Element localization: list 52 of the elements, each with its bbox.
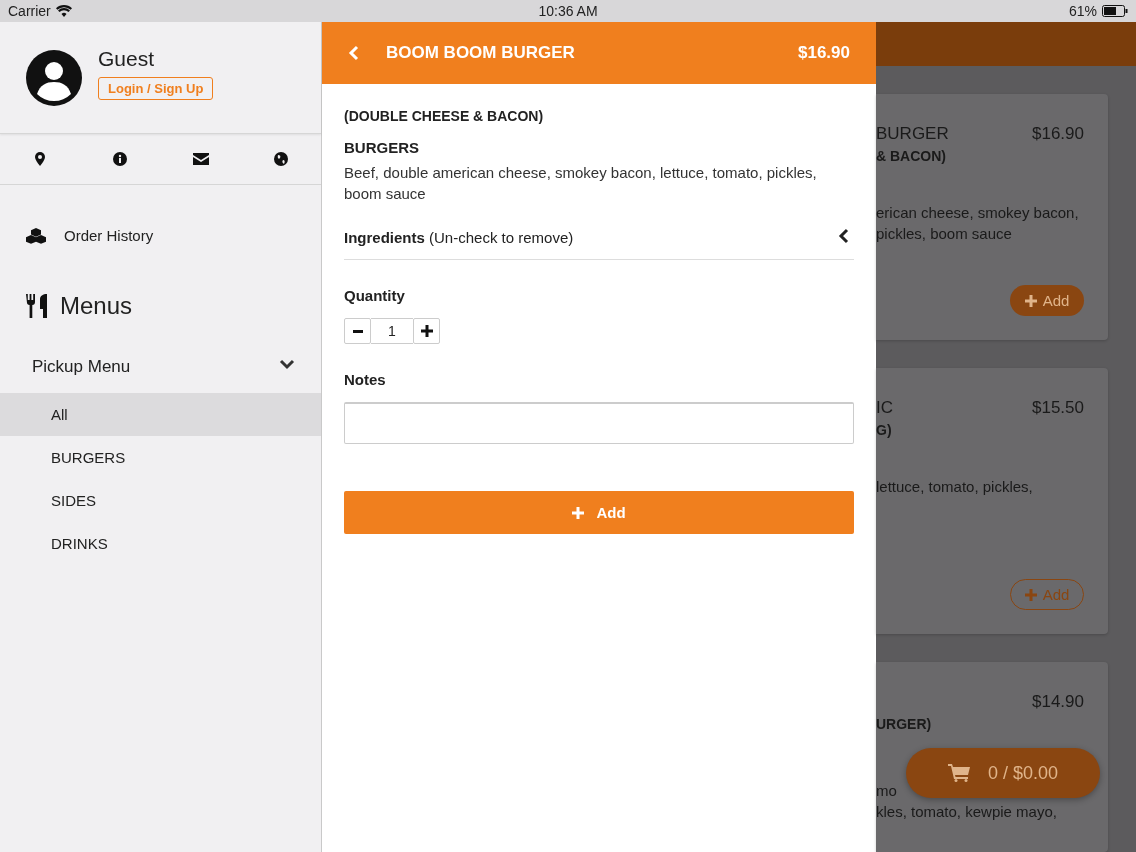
notes-label: Notes (344, 371, 387, 388)
menu-category-item[interactable]: All (0, 393, 321, 436)
quantity-label: Quantity (344, 287, 406, 304)
carrier-label: Carrier (8, 3, 51, 19)
item-description: Beef, double american cheese, smokey bacon, lettuce, tomato, pickles, boom sauce (344, 163, 818, 204)
notes-field[interactable] (344, 402, 854, 444)
battery-percent: 61% (1068, 3, 1097, 19)
card-title: BURGER (876, 124, 949, 144)
card-subtitle: URGER) (876, 716, 933, 732)
increment-button[interactable] (413, 318, 440, 344)
plus-icon (1024, 294, 1037, 307)
cubes-icon (26, 227, 46, 244)
card-add-button[interactable]: Add (1010, 285, 1084, 316)
user-name: Guest (98, 47, 155, 71)
menu-category-item[interactable]: BURGERS (0, 436, 321, 479)
plus-icon (420, 325, 433, 337)
item-category: BURGERS (344, 139, 420, 156)
plus-icon (572, 506, 585, 519)
item-title: BOOM BOOM BURGER (386, 43, 576, 63)
cutlery-icon (26, 294, 48, 318)
avatar-icon (26, 49, 82, 106)
item-price: $16.90 (798, 43, 850, 63)
card-title: IC (876, 398, 893, 418)
card-description: kles, tomato, kewpie mayo, (876, 802, 1057, 822)
card-price: $15.50 (1032, 398, 1084, 418)
wifi-icon (55, 5, 72, 17)
card-subtitle: & BACON) (876, 148, 947, 164)
decrement-button[interactable] (344, 318, 371, 344)
card-description: lettuce, tomato, pickles, (876, 477, 1033, 497)
location-pin-icon[interactable] (35, 152, 46, 166)
menu-category-item[interactable]: SIDES (0, 479, 321, 522)
order-history-link[interactable]: Order History (64, 227, 154, 244)
item-subtitle: (DOUBLE CHEESE & BACON) (344, 108, 545, 124)
card-description: erican cheese, smokey bacon, (876, 203, 1079, 223)
card-description: mo (876, 781, 897, 801)
mail-icon[interactable] (192, 153, 209, 165)
menu-section-title[interactable]: Pickup Menu (32, 356, 131, 377)
clock-time: 10:36 AM (538, 3, 598, 19)
menus-heading: Menus (60, 292, 133, 320)
cart-icon (947, 764, 970, 782)
battery-icon (1102, 5, 1128, 17)
minus-icon (352, 329, 363, 333)
info-icon[interactable] (113, 152, 128, 166)
card-description: pickles, boom sauce (876, 224, 1012, 244)
card-price: $16.90 (1032, 124, 1084, 144)
globe-icon[interactable] (273, 152, 288, 166)
plus-icon (1024, 588, 1037, 601)
ingredients-label: Ingredients (Un-check to remove) (344, 229, 574, 246)
cart-button[interactable]: 0 / $0.00 (906, 748, 1100, 798)
menu-category-item[interactable]: DRINKS (0, 522, 321, 565)
card-subtitle: G) (876, 422, 893, 438)
card-price: $14.90 (1032, 692, 1084, 712)
